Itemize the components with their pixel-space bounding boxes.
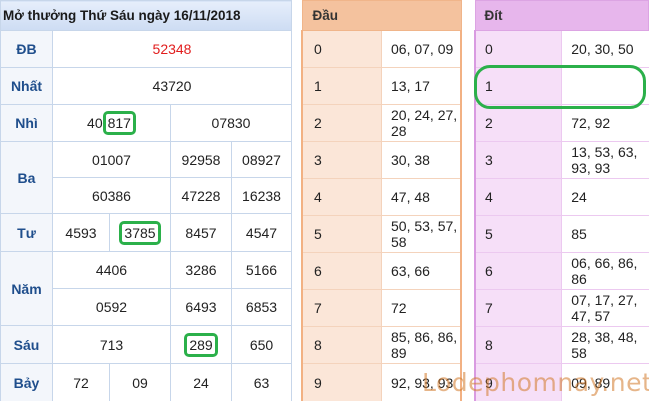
prize-label-nhi: Nhì (0, 104, 53, 142)
special-prize-number: 52348 (51, 30, 293, 68)
prize-label-ba: Ba (0, 141, 53, 214)
third-prize-number: 47228 (170, 177, 232, 214)
dau-digit: 4 (301, 178, 382, 216)
prize-label-sau: Sáu (0, 325, 53, 364)
dau-digit: 5 (301, 215, 382, 253)
highlight-marker-oval (474, 65, 646, 109)
seventh-prize-number: 24 (170, 363, 232, 401)
dau-digit: 7 (301, 289, 382, 327)
highlight-marker: 289 (184, 332, 218, 357)
dit-values: 13, 53, 63, 93, 93 (561, 141, 649, 179)
dit-values: 07, 17, 27, 47, 57 (561, 289, 649, 327)
first-prize-number: 43720 (51, 67, 293, 105)
dau-digit: 8 (301, 326, 382, 364)
prize-label-tu: Tư (0, 213, 53, 252)
fifth-prize-number: 6493 (170, 288, 232, 326)
dit-digit: 4 (474, 178, 563, 216)
dit-digit: 2 (474, 104, 563, 142)
dau-table: Đầu 0 06, 07, 09 1 13, 17 2 20, 24, 27, 28 … (301, 0, 462, 401)
dau-values: 47, 48 (381, 178, 462, 216)
fourth-prize-number-highlighted: 3785 (109, 213, 171, 252)
dau-digit: 1 (301, 67, 382, 105)
dau-header: Đầu (301, 0, 462, 31)
prize-label-nhat: Nhất (0, 67, 53, 105)
dau-values: 63, 66 (381, 252, 462, 290)
dit-table: Đít 0 20, 30, 50 1 2 72, 92 3 13, 53, 63, 9… (474, 0, 649, 401)
dit-values: 28, 38, 48, 58 (561, 326, 649, 364)
fourth-prize-number: 4547 (230, 213, 293, 252)
dau-digit: 2 (301, 104, 382, 142)
highlight-marker: 3785 (119, 220, 161, 245)
dau-digit: 9 (301, 363, 382, 401)
fifth-prize-number: 3286 (170, 251, 232, 289)
dit-digit: 7 (474, 289, 563, 327)
dau-values: 50, 53, 57, 58 (381, 215, 462, 253)
fifth-prize-number: 6853 (230, 288, 293, 326)
third-prize-number: 16238 (230, 177, 293, 214)
dau-digit: 3 (301, 141, 382, 179)
dau-digit: 6 (301, 252, 382, 290)
dit-digit: 8 (474, 326, 563, 364)
sixth-prize-number: 713 (52, 325, 171, 364)
watermark: Lodephomnay.net (422, 368, 649, 397)
fifth-prize-number: 5166 (230, 251, 293, 289)
second-prize-number-2: 07830 (169, 104, 293, 142)
seventh-prize-number: 63 (230, 363, 293, 401)
dau-digit: 0 (301, 30, 382, 68)
prize-label-bay: Bảy (0, 363, 53, 401)
third-prize-number: 60386 (52, 177, 171, 214)
fifth-prize-number: 4406 (52, 251, 171, 289)
seventh-prize-number: 72 (52, 363, 110, 401)
dau-values: 20, 24, 27, 28 (381, 104, 462, 142)
dau-values: 85, 86, 86, 89 (381, 326, 462, 364)
results-title: Mở thưởng Thứ Sáu ngày 16/11/2018 (0, 0, 293, 31)
dit-values: 85 (561, 215, 649, 253)
dit-values: 24 (561, 178, 649, 216)
fourth-prize-number: 8457 (170, 213, 232, 252)
dit-digit: 3 (474, 141, 563, 179)
dit-header: Đít (474, 0, 649, 31)
second-prize-number-1: 40 817 (52, 104, 171, 142)
dit-digit: 0 (474, 30, 563, 68)
prize-label-db: ĐB (0, 30, 53, 68)
seventh-prize-number: 09 (109, 363, 171, 401)
sixth-prize-number: 650 (230, 325, 293, 364)
results-table: Mở thưởng Thứ Sáu ngày 16/11/2018 ĐB 523… (0, 0, 293, 401)
third-prize-number: 92958 (170, 141, 232, 178)
dit-values: 20, 30, 50 (561, 30, 649, 68)
dau-values: 30, 38 (381, 141, 462, 179)
dau-values: 13, 17 (381, 67, 462, 105)
dau-values: 72 (381, 289, 462, 327)
dau-values: 06, 07, 09 (381, 30, 462, 68)
highlight-marker: 817 (102, 111, 136, 135)
second-prize-prefix: 40 (87, 115, 103, 131)
dit-digit: 5 (474, 215, 563, 253)
prize-label-nam: Năm (0, 251, 53, 326)
dit-values: 72, 92 (561, 104, 649, 142)
fourth-prize-number: 4593 (52, 213, 110, 252)
third-prize-number: 08927 (230, 141, 293, 178)
dit-values: 06, 66, 86, 86 (561, 252, 649, 290)
sixth-prize-number-highlighted: 289 (170, 325, 232, 364)
third-prize-number: 01007 (52, 141, 171, 178)
fifth-prize-number: 0592 (52, 288, 171, 326)
dit-digit: 6 (474, 252, 563, 290)
